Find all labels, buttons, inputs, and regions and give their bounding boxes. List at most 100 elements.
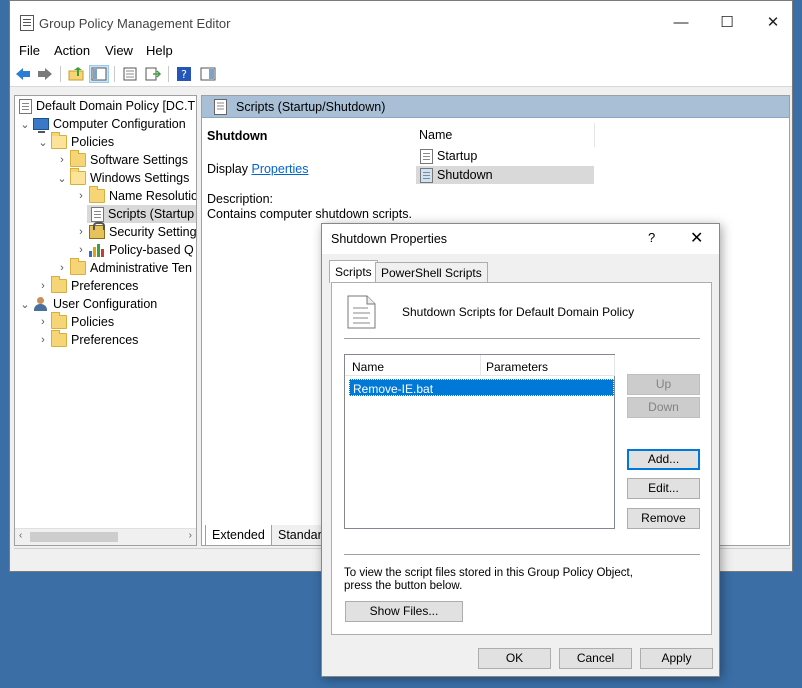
tree-item-computer-preferences[interactable]: › Preferences — [37, 276, 138, 295]
folder-icon — [70, 258, 86, 275]
chevron-right-icon[interactable]: › — [56, 259, 68, 277]
tree-item-computer-configuration[interactable]: ⌄ Computer Configuration — [19, 115, 186, 133]
menu-view[interactable]: View — [105, 43, 133, 58]
tab-powershell-scripts[interactable]: PowerShell Scripts — [375, 262, 488, 282]
scrollbar-thumb[interactable] — [30, 532, 118, 542]
tree-item-user-preferences[interactable]: › Preferences — [37, 330, 139, 349]
description-label: Description: — [207, 192, 273, 206]
chevron-right-icon[interactable]: › — [75, 187, 87, 205]
tree-item-scripts[interactable]: Scripts (Startup — [87, 205, 196, 223]
tree-item-user-policies[interactable]: › Policies — [37, 312, 114, 331]
folder-icon — [89, 186, 105, 203]
cancel-button[interactable]: Cancel — [559, 648, 632, 669]
script-row-remove-ie[interactable]: Remove-IE.bat — [349, 379, 614, 396]
folder-icon — [51, 312, 67, 329]
chevron-down-icon[interactable]: ⌄ — [56, 169, 68, 187]
tree-item-label: Preferences — [71, 333, 139, 347]
chevron-down-icon[interactable]: ⌄ — [19, 295, 31, 313]
back-arrow-icon[interactable] — [13, 65, 33, 83]
tree-item-policies[interactable]: ⌄ Policies — [37, 132, 114, 151]
list-item-label: Shutdown — [437, 168, 493, 182]
scripts-list[interactable]: Name Parameters Remove-IE.bat — [344, 354, 615, 529]
security-lock-icon — [89, 222, 105, 239]
script-icon — [420, 167, 433, 183]
script-file-icon — [347, 295, 377, 332]
window-title: Group Policy Management Editor — [39, 16, 231, 31]
scroll-left-icon[interactable]: ‹ — [19, 530, 22, 541]
maximize-button[interactable]: ☐ — [704, 9, 750, 37]
show-hide-tree-icon[interactable] — [89, 65, 109, 83]
tree-item-label: Software Settings — [90, 153, 188, 167]
tab-extended[interactable]: Extended — [205, 525, 272, 546]
title-bar: Group Policy Management Editor — ☐ ✕ — [10, 1, 792, 41]
scroll-right-icon[interactable]: › — [189, 530, 192, 541]
ok-button[interactable]: OK — [478, 648, 551, 669]
properties-link[interactable]: Properties — [251, 162, 308, 176]
list-item-label: Startup — [437, 149, 478, 163]
up-folder-icon[interactable] — [66, 65, 86, 83]
remove-button[interactable]: Remove — [627, 508, 700, 529]
chevron-right-icon[interactable]: › — [56, 151, 68, 169]
show-files-button[interactable]: Show Files... — [345, 601, 463, 622]
computer-icon — [33, 118, 49, 133]
toolbar-separator — [114, 66, 115, 82]
chevron-down-icon[interactable]: ⌄ — [37, 133, 49, 151]
folder-icon — [51, 330, 67, 347]
divider — [344, 554, 700, 555]
list-item-startup[interactable]: Startup — [416, 147, 594, 165]
chevron-right-icon[interactable]: › — [37, 277, 49, 295]
tree-item-label: Scripts (Startup — [108, 207, 195, 221]
tree-horizontal-scrollbar[interactable]: ‹ › — [15, 528, 196, 545]
add-button[interactable]: Add... — [627, 449, 700, 470]
export-list-icon[interactable] — [143, 65, 163, 83]
tab-scripts[interactable]: Scripts — [329, 260, 378, 283]
forward-arrow-icon[interactable] — [35, 65, 55, 83]
script-name-cell: Remove-IE.bat — [353, 382, 434, 396]
tree-item-default-domain-policy[interactable]: Default Domain Policy [DC.TH — [17, 97, 196, 115]
tree-item-user-configuration[interactable]: ⌄ User Configuration — [19, 295, 157, 313]
tree-item-administrative-templates[interactable]: › Administrative Ten — [56, 258, 192, 277]
tree-item-software-settings[interactable]: › Software Settings — [56, 150, 188, 169]
chevron-right-icon[interactable]: › — [75, 223, 87, 241]
menu-file[interactable]: File — [19, 43, 40, 58]
up-button[interactable]: Up — [627, 374, 700, 395]
list-item-shutdown[interactable]: Shutdown — [416, 166, 594, 184]
chevron-right-icon[interactable]: › — [37, 313, 49, 331]
column-header-name[interactable]: Name — [415, 123, 595, 147]
tree-item-name-resolution[interactable]: › Name Resolutio — [75, 186, 196, 205]
column-header-parameters[interactable]: Parameters — [486, 360, 548, 374]
console-tree[interactable]: Default Domain Policy [DC.TH ⌄ Computer … — [14, 95, 197, 546]
chevron-right-icon[interactable]: › — [37, 331, 49, 349]
scripts-list-header: Name Parameters — [345, 355, 615, 376]
chevron-down-icon[interactable]: ⌄ — [19, 115, 31, 133]
folder-open-icon — [70, 168, 86, 185]
user-icon — [33, 297, 49, 311]
show-action-pane-icon[interactable] — [198, 65, 218, 83]
menu-bar: File Action View Help — [10, 41, 792, 61]
script-icon — [214, 99, 228, 118]
down-button[interactable]: Down — [627, 397, 700, 418]
minimize-button[interactable]: — — [658, 9, 704, 37]
dialog-help-button[interactable]: ? — [648, 230, 655, 245]
dialog-close-button[interactable]: ✕ — [690, 228, 703, 248]
tree-item-policy-based-qos[interactable]: › Policy-based Q — [75, 241, 194, 259]
properties-icon[interactable] — [120, 65, 140, 83]
column-header-name[interactable]: Name — [352, 360, 384, 374]
help-icon[interactable]: ? — [174, 65, 194, 83]
close-button[interactable]: ✕ — [750, 9, 796, 37]
tree-item-security-settings[interactable]: › Security Setting — [75, 222, 196, 241]
node-heading: Shutdown — [207, 129, 268, 143]
chevron-right-icon[interactable]: › — [75, 241, 87, 259]
dialog-title-bar: Shutdown Properties ? ✕ — [322, 224, 719, 254]
menu-action[interactable]: Action — [54, 43, 90, 58]
toolbar-separator — [168, 66, 169, 82]
folder-open-icon — [51, 132, 67, 149]
display-properties-line: Display Properties — [207, 162, 308, 176]
column-header-label: Name — [419, 128, 453, 142]
edit-button[interactable]: Edit... — [627, 478, 700, 499]
tree-item-windows-settings[interactable]: ⌄ Windows Settings — [56, 168, 189, 187]
menu-help[interactable]: Help — [146, 43, 173, 58]
toolbar-separator — [60, 66, 61, 82]
apply-button[interactable]: Apply — [640, 648, 713, 669]
tree-item-label: User Configuration — [53, 297, 158, 311]
